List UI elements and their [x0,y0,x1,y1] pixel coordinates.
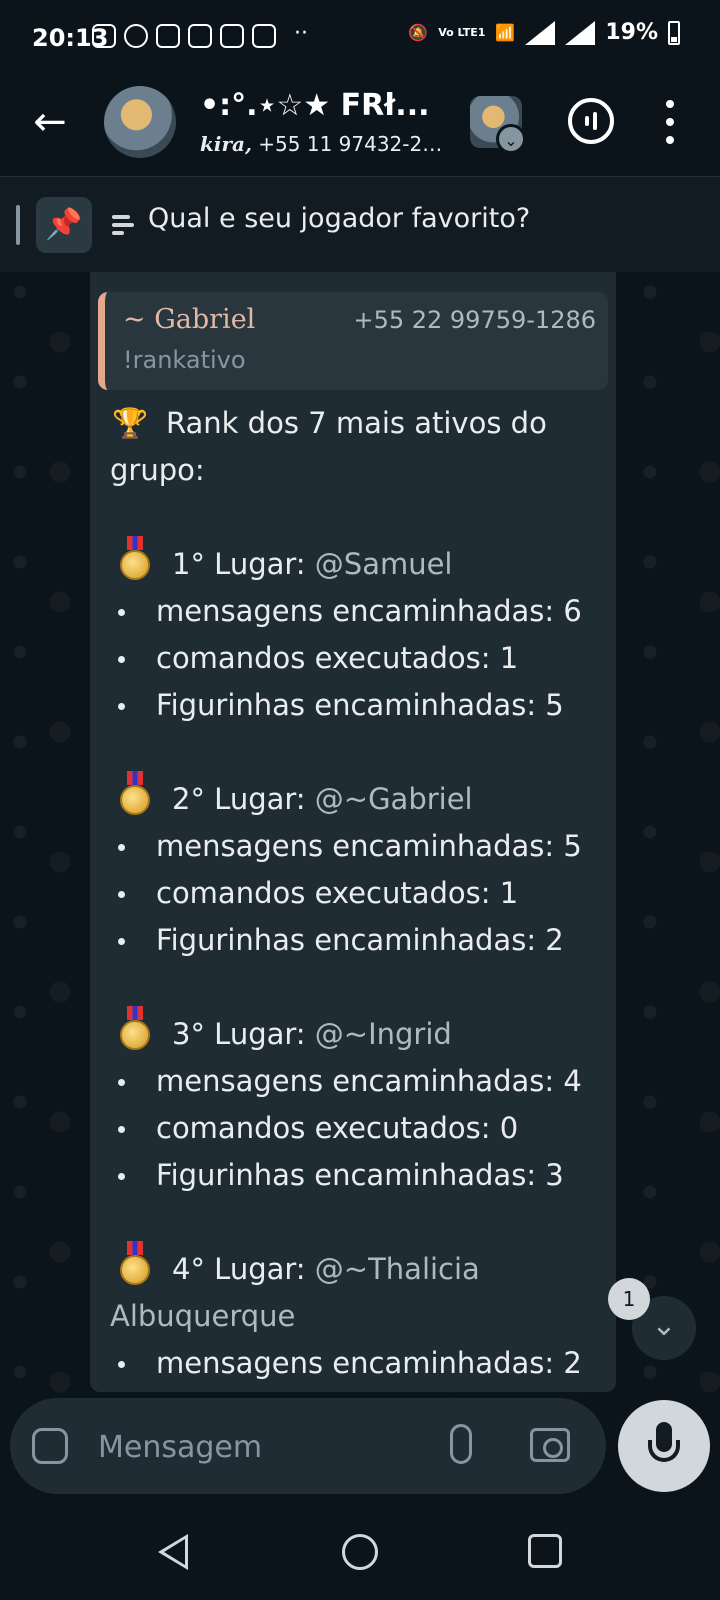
instagram-icon [188,24,212,48]
rank-place: 2° Lugar: [172,782,315,816]
rank-place: 3° Lugar: [172,1017,315,1051]
arrow-left-icon: ← [33,99,67,145]
wifi-icon: 📶 [495,23,516,42]
unread-count-badge: 1 [608,1278,650,1320]
pin-button[interactable]: 📌 [36,197,92,253]
rank-stat: Figurinhas encaminhadas: 5 [110,682,610,729]
pin-icon: 📌 [45,207,83,242]
rank-place: 4° Lugar: [172,1252,315,1286]
quoted-author: ~ Gabriel [123,304,256,335]
chat-title[interactable]: •:°.⋆☆★ FRł... [200,88,450,123]
mention-link[interactable]: @~Thalicia [315,1252,480,1286]
voice-chat-icon [585,116,589,126]
voice-chat-button[interactable] [568,98,614,144]
rank-stat: mensagens encaminhadas: 2 [110,1340,610,1387]
rank-stat: Figurinhas encaminhadas: 2 [110,917,610,964]
group-avatar[interactable] [104,86,176,158]
chat-header: ← •:°.⋆☆★ FRł... kira, +55 11 97432-20..… [0,80,720,176]
quoted-message[interactable]: ~ Gabriel +55 22 99759-1286 !rankativo [98,292,608,390]
message-text: 🏆 Rank dos 7 mais ativos do grupo: 1° Lug… [110,400,610,1387]
more-vert-dot [666,136,674,144]
pinned-indicator [16,205,20,245]
poll-icon-bar [112,223,134,227]
system-status-icons: 🔕 Vo LTE1 📶 19% [408,20,680,45]
rank-stat: mensagens encaminhadas: 5 [110,823,610,870]
status-bar: 20:13 ·· 🔕 Vo LTE1 📶 19% [0,0,720,80]
chevron-down-icon[interactable]: ⌄ [496,124,526,154]
trophy-icon: 🏆 [111,406,149,440]
voice-message-button[interactable] [618,1400,710,1492]
poll-icon [112,215,134,235]
rank-entry-title: 1° Lugar: @Samuel [110,536,610,588]
message-bubble[interactable]: ~ Gabriel +55 22 99759-1286 !rankativo 🏆… [90,272,616,1392]
rank-header-line: 🏆 Rank dos 7 mais ativos do [110,400,610,447]
rank-header-line-2: grupo: [110,453,205,487]
volte-icon: Vo LTE1 [438,26,486,39]
pinned-message-bar[interactable]: 📌 Qual e seu jogador favorito? [0,176,720,273]
instagram-icon [92,24,116,48]
whatsapp-chat-screen: 20:13 ·· 🔕 Vo LTE1 📶 19% ← •:°.⋆☆★ FRł..… [0,0,720,1600]
battery-percent: 19% [605,20,658,45]
rank-stat: mensagens encaminhadas: 4 [110,1058,610,1105]
nav-recents-icon[interactable] [528,1534,562,1568]
poll-icon-bar [112,215,130,219]
rank-entry-title: 3° Lugar: @~Ingrid [110,1006,610,1058]
sticker-icon[interactable] [32,1428,68,1464]
nav-home-icon[interactable] [342,1534,378,1570]
rank-stat: comandos executados: 0 [110,1105,610,1152]
mention-link-continued[interactable]: Albuquerque [110,1293,610,1340]
more-vert-dot [666,118,674,126]
battery-icon [668,20,680,45]
member-list: +55 11 97432-20... [251,132,450,156]
medal-icon [120,536,150,580]
capcut-icon [252,24,276,48]
system-navigation-bar [0,1500,720,1600]
mention-link[interactable]: @~Ingrid [315,1017,452,1051]
voice-chat-icon-bar [593,112,597,130]
rank-entry-title: 4° Lugar: @~Thalicia [110,1241,610,1293]
message-input[interactable] [96,1422,430,1472]
rank-place: 1° Lugar: [172,547,315,581]
double-chevron-down-icon: ⌄ [651,1308,677,1343]
message-composer [10,1398,606,1494]
capcut-icon [220,24,244,48]
back-button[interactable]: ← [28,100,72,144]
rank-stat: comandos executados: 1 [110,870,610,917]
rank-stat: mensagens encaminhadas: 6 [110,588,610,635]
signal-icon-2 [565,20,596,45]
rank-header-text: Rank dos 7 mais ativos do [166,406,547,440]
rank-stat: Figurinhas encaminhadas: 3 [110,1152,610,1199]
member-name: kira, [200,132,252,156]
mute-icon: 🔕 [408,23,429,42]
rank-stat: comandos executados: 1 [110,635,610,682]
chat-notification-icon [124,24,148,48]
microphone-icon-base [648,1440,680,1462]
medal-icon [120,1006,150,1050]
signal-icon [525,20,556,45]
mention-link[interactable]: @~Gabriel [315,782,473,816]
rank-entry-title: 2° Lugar: @~Gabriel [110,771,610,823]
notification-icons: ·· [92,21,308,48]
pinned-text: Qual e seu jogador favorito? [148,203,531,234]
more-vert-icon [666,100,674,108]
mention-link[interactable]: @Samuel [315,547,453,581]
more-options-button[interactable] [660,100,680,144]
quoted-text: !rankativo [123,346,246,374]
medal-icon [120,1241,150,1285]
camera-icon[interactable] [530,1428,570,1462]
chat-members[interactable]: kira, +55 11 97432-20... [200,132,450,156]
paperclip-icon[interactable] [450,1424,472,1464]
medal-icon [120,771,150,815]
quoted-phone: +55 22 99759-1286 [353,306,596,334]
more-notifications-icon: ·· [294,21,308,46]
instagram-icon [156,24,180,48]
nav-back-icon[interactable] [158,1534,188,1570]
poll-icon-bar [112,231,124,235]
